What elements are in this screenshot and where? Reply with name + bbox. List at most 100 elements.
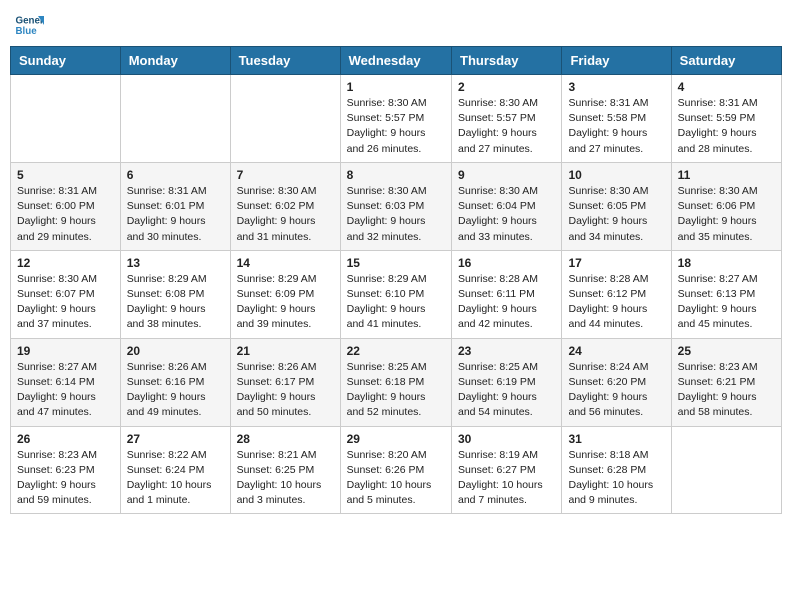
- calendar-cell: [671, 426, 781, 514]
- calendar-cell: 28Sunrise: 8:21 AM Sunset: 6:25 PM Dayli…: [230, 426, 340, 514]
- svg-text:Blue: Blue: [16, 26, 38, 37]
- day-number: 22: [347, 344, 445, 358]
- day-info: Sunrise: 8:22 AM Sunset: 6:24 PM Dayligh…: [127, 448, 224, 509]
- weekday-header-friday: Friday: [562, 47, 671, 75]
- day-number: 21: [237, 344, 334, 358]
- day-number: 13: [127, 256, 224, 270]
- calendar-cell: 27 Sunrise: 8:22 AM Sunset: 6:24 PM Dayli…: [120, 426, 230, 514]
- day-number: 3: [568, 80, 664, 94]
- calendar-cell: 9 Sunrise: 8:30 AM Sunset: 6:04 PM Daylig…: [452, 162, 562, 250]
- day-info: Sunrise: 8:31 AM Sunset: 5:58 PM Dayligh…: [568, 96, 664, 157]
- logo: General Blue: [14, 10, 44, 40]
- day-info: Sunrise: 8:29 AM Sunset: 6:08 PM Dayligh…: [127, 272, 224, 333]
- calendar-cell: 22Sunrise: 8:25 AM Sunset: 6:18 PM Dayli…: [340, 338, 451, 426]
- weekday-header-thursday: Thursday: [452, 47, 562, 75]
- day-number: 5: [17, 168, 114, 182]
- calendar-cell: 7 Sunrise: 8:30 AM Sunset: 6:02 PM Daylig…: [230, 162, 340, 250]
- calendar-cell: 15 Sunrise: 8:29 AM Sunset: 6:10 PM Dayli…: [340, 250, 451, 338]
- page-header: General Blue: [10, 10, 782, 40]
- calendar-cell: 11 Sunrise: 8:30 AM Sunset: 6:06 PM Dayli…: [671, 162, 781, 250]
- calendar-cell: [120, 75, 230, 163]
- day-info: Sunrise: 8:19 AM Sunset: 6:27 PM Dayligh…: [458, 448, 555, 509]
- day-info: Sunrise: 8:30 AM Sunset: 6:05 PM Dayligh…: [568, 184, 664, 245]
- calendar-cell: 12 Sunrise: 8:30 AM Sunset: 6:07 PM Dayli…: [11, 250, 121, 338]
- day-number: 9: [458, 168, 555, 182]
- day-info: Sunrise: 8:30 AM Sunset: 6:02 PM Dayligh…: [237, 184, 334, 245]
- day-number: 10: [568, 168, 664, 182]
- calendar-table: SundayMondayTuesdayWednesdayThursdayFrid…: [10, 46, 782, 514]
- day-info: Sunrise: 8:27 AM Sunset: 6:13 PM Dayligh…: [678, 272, 775, 333]
- calendar-cell: 4Sunrise: 8:31 AM Sunset: 5:59 PM Daylig…: [671, 75, 781, 163]
- day-info: Sunrise: 8:30 AM Sunset: 6:07 PM Dayligh…: [17, 272, 114, 333]
- weekday-header-monday: Monday: [120, 47, 230, 75]
- calendar-cell: 3 Sunrise: 8:31 AM Sunset: 5:58 PM Daylig…: [562, 75, 671, 163]
- calendar-cell: 2 Sunrise: 8:30 AM Sunset: 5:57 PM Daylig…: [452, 75, 562, 163]
- day-number: 6: [127, 168, 224, 182]
- weekday-header-saturday: Saturday: [671, 47, 781, 75]
- calendar-cell: 31 Sunrise: 8:18 AM Sunset: 6:28 PM Dayli…: [562, 426, 671, 514]
- day-number: 26: [17, 432, 114, 446]
- calendar-body: 1 Sunrise: 8:30 AM Sunset: 5:57 PM Daylig…: [11, 75, 782, 514]
- calendar-cell: 26 Sunrise: 8:23 AM Sunset: 6:23 PM Dayli…: [11, 426, 121, 514]
- day-number: 1: [347, 80, 445, 94]
- calendar-cell: 29 Sunrise: 8:20 AM Sunset: 6:26 PM Dayli…: [340, 426, 451, 514]
- calendar-cell: 5 Sunrise: 8:31 AM Sunset: 6:00 PM Daylig…: [11, 162, 121, 250]
- calendar-week-row: 5 Sunrise: 8:31 AM Sunset: 6:00 PM Daylig…: [11, 162, 782, 250]
- calendar-cell: 23 Sunrise: 8:25 AM Sunset: 6:19 PM Dayli…: [452, 338, 562, 426]
- day-number: 15: [347, 256, 445, 270]
- day-number: 31: [568, 432, 664, 446]
- calendar-cell: 6 Sunrise: 8:31 AM Sunset: 6:01 PM Daylig…: [120, 162, 230, 250]
- day-info: Sunrise: 8:27 AM Sunset: 6:14 PM Dayligh…: [17, 360, 114, 421]
- calendar-week-row: 12 Sunrise: 8:30 AM Sunset: 6:07 PM Dayli…: [11, 250, 782, 338]
- calendar-week-row: 1 Sunrise: 8:30 AM Sunset: 5:57 PM Daylig…: [11, 75, 782, 163]
- day-info: Sunrise: 8:29 AM Sunset: 6:09 PM Dayligh…: [237, 272, 334, 333]
- calendar-cell: 30Sunrise: 8:19 AM Sunset: 6:27 PM Dayli…: [452, 426, 562, 514]
- calendar-header-row: SundayMondayTuesdayWednesdayThursdayFrid…: [11, 47, 782, 75]
- day-info: Sunrise: 8:30 AM Sunset: 5:57 PM Dayligh…: [347, 96, 445, 157]
- day-number: 28: [237, 432, 334, 446]
- calendar-cell: [11, 75, 121, 163]
- calendar-cell: 21 Sunrise: 8:26 AM Sunset: 6:17 PM Dayli…: [230, 338, 340, 426]
- calendar-cell: 17Sunrise: 8:28 AM Sunset: 6:12 PM Dayli…: [562, 250, 671, 338]
- calendar-cell: 1 Sunrise: 8:30 AM Sunset: 5:57 PM Daylig…: [340, 75, 451, 163]
- day-info: Sunrise: 8:31 AM Sunset: 6:00 PM Dayligh…: [17, 184, 114, 245]
- calendar-cell: 13 Sunrise: 8:29 AM Sunset: 6:08 PM Dayli…: [120, 250, 230, 338]
- day-number: 29: [347, 432, 445, 446]
- day-info: Sunrise: 8:30 AM Sunset: 6:04 PM Dayligh…: [458, 184, 555, 245]
- weekday-header-tuesday: Tuesday: [230, 47, 340, 75]
- calendar-cell: 16Sunrise: 8:28 AM Sunset: 6:11 PM Dayli…: [452, 250, 562, 338]
- day-info: Sunrise: 8:31 AM Sunset: 5:59 PM Dayligh…: [678, 96, 775, 157]
- day-info: Sunrise: 8:26 AM Sunset: 6:17 PM Dayligh…: [237, 360, 334, 421]
- day-info: Sunrise: 8:28 AM Sunset: 6:11 PM Dayligh…: [458, 272, 555, 333]
- day-number: 12: [17, 256, 114, 270]
- day-number: 27: [127, 432, 224, 446]
- day-number: 8: [347, 168, 445, 182]
- calendar-cell: 25Sunrise: 8:23 AM Sunset: 6:21 PM Dayli…: [671, 338, 781, 426]
- calendar-cell: 20 Sunrise: 8:26 AM Sunset: 6:16 PM Dayli…: [120, 338, 230, 426]
- day-info: Sunrise: 8:30 AM Sunset: 6:03 PM Dayligh…: [347, 184, 445, 245]
- weekday-header-wednesday: Wednesday: [340, 47, 451, 75]
- day-info: Sunrise: 8:25 AM Sunset: 6:19 PM Dayligh…: [458, 360, 555, 421]
- day-info: Sunrise: 8:24 AM Sunset: 6:20 PM Dayligh…: [568, 360, 664, 421]
- day-number: 11: [678, 168, 775, 182]
- calendar-cell: 18 Sunrise: 8:27 AM Sunset: 6:13 PM Dayli…: [671, 250, 781, 338]
- day-number: 20: [127, 344, 224, 358]
- day-number: 23: [458, 344, 555, 358]
- day-info: Sunrise: 8:23 AM Sunset: 6:23 PM Dayligh…: [17, 448, 114, 509]
- day-info: Sunrise: 8:30 AM Sunset: 6:06 PM Dayligh…: [678, 184, 775, 245]
- day-info: Sunrise: 8:18 AM Sunset: 6:28 PM Dayligh…: [568, 448, 664, 509]
- day-info: Sunrise: 8:31 AM Sunset: 6:01 PM Dayligh…: [127, 184, 224, 245]
- day-number: 18: [678, 256, 775, 270]
- calendar-cell: 19Sunrise: 8:27 AM Sunset: 6:14 PM Dayli…: [11, 338, 121, 426]
- calendar-week-row: 19Sunrise: 8:27 AM Sunset: 6:14 PM Dayli…: [11, 338, 782, 426]
- calendar-cell: 8 Sunrise: 8:30 AM Sunset: 6:03 PM Daylig…: [340, 162, 451, 250]
- calendar-cell: [230, 75, 340, 163]
- day-info: Sunrise: 8:26 AM Sunset: 6:16 PM Dayligh…: [127, 360, 224, 421]
- day-info: Sunrise: 8:30 AM Sunset: 5:57 PM Dayligh…: [458, 96, 555, 157]
- day-number: 7: [237, 168, 334, 182]
- day-number: 25: [678, 344, 775, 358]
- day-number: 14: [237, 256, 334, 270]
- day-number: 2: [458, 80, 555, 94]
- day-info: Sunrise: 8:20 AM Sunset: 6:26 PM Dayligh…: [347, 448, 445, 509]
- day-info: Sunrise: 8:29 AM Sunset: 6:10 PM Dayligh…: [347, 272, 445, 333]
